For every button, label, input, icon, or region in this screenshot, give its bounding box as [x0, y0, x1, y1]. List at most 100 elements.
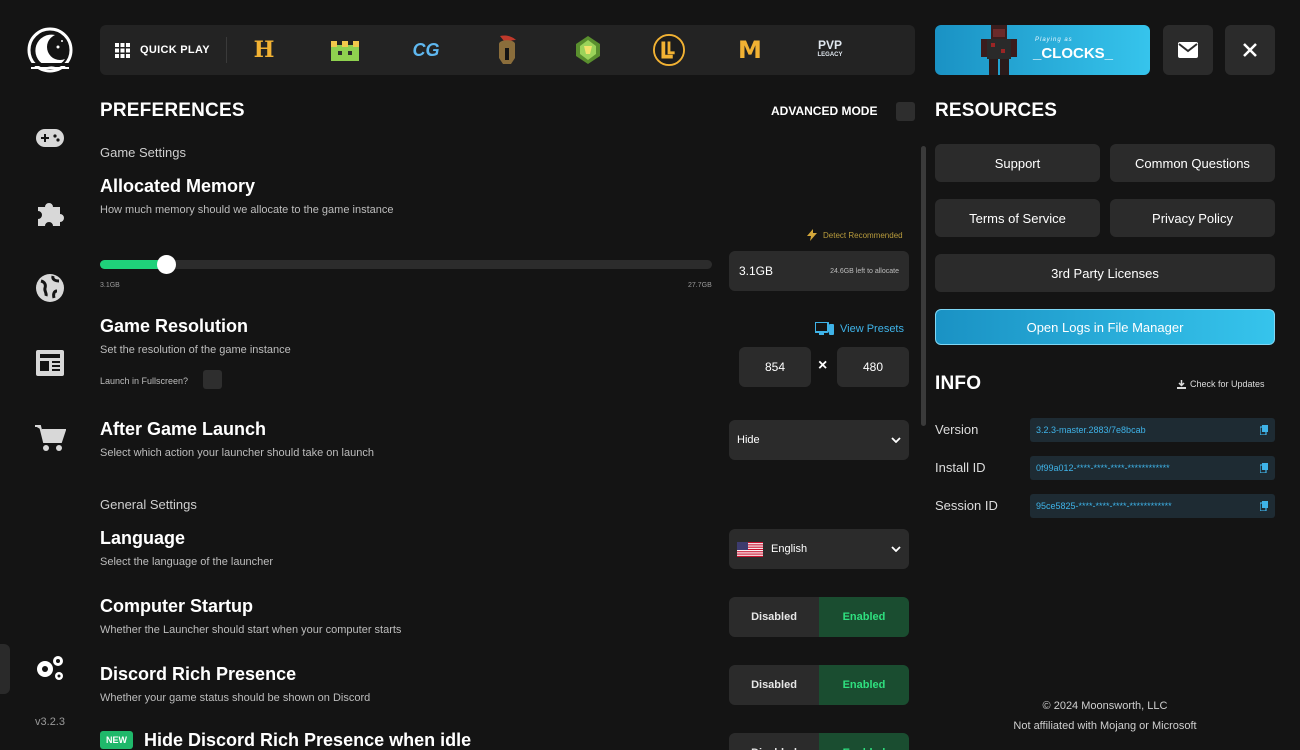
profile-button[interactable]: Playing as _CLOCKS_: [935, 25, 1150, 75]
after-launch-dropdown[interactable]: Hide: [729, 420, 909, 460]
game-settings-heading: Game Settings: [100, 145, 186, 160]
mail-button[interactable]: [1163, 25, 1213, 75]
download-icon: [1177, 379, 1186, 389]
view-presets-link[interactable]: View Presets: [815, 322, 904, 335]
allocated-memory-desc: How much memory should we allocate to th…: [100, 204, 394, 216]
session-id-label: Session ID: [935, 498, 998, 513]
terms-of-service-button[interactable]: Terms of Service: [935, 199, 1100, 237]
after-launch-value: Hide: [737, 434, 760, 446]
memory-min-label: 3.1GB: [100, 282, 120, 289]
settings-gears-icon[interactable]: [30, 648, 70, 688]
third-party-licenses-button[interactable]: 3rd Party Licenses: [935, 254, 1275, 292]
game-resolution-desc: Set the resolution of the game instance: [100, 344, 291, 356]
discord-disabled-option[interactable]: Disabled: [729, 665, 819, 705]
discord-presence-toggle[interactable]: Disabled Enabled: [729, 665, 909, 705]
hypixel-icon[interactable]: H: [248, 34, 280, 66]
general-settings-heading: General Settings: [100, 497, 197, 512]
support-button[interactable]: Support: [935, 144, 1100, 182]
active-nav-indicator: [0, 644, 10, 694]
after-launch-title: After Game Launch: [100, 419, 267, 439]
chevron-down-icon: [891, 437, 901, 443]
idle-enabled-option[interactable]: Enabled: [819, 733, 909, 750]
copy-icon: [1260, 463, 1268, 473]
new-badge: NEW: [100, 731, 133, 749]
resolution-width-input[interactable]: 854: [739, 347, 811, 387]
quick-play-label: QUICK PLAY: [140, 44, 210, 56]
mineplex-icon[interactable]: [329, 34, 361, 66]
quick-play-bar: QUICK PLAY H CG M PVP LEGACY: [100, 25, 915, 75]
resolution-height-value: 480: [862, 360, 884, 374]
language-desc: Select the language of the launcher: [100, 556, 274, 568]
memory-input[interactable]: 3.1GB 24.6GB left to allocate: [729, 251, 909, 291]
lunar-client-logo[interactable]: [25, 25, 75, 75]
fullscreen-checkbox[interactable]: [203, 370, 222, 389]
memory-slider-handle[interactable]: [157, 255, 176, 274]
gamepad-icon[interactable]: [30, 118, 70, 158]
pvp-legacy-icon[interactable]: PVP LEGACY: [814, 34, 846, 66]
session-id-value: 95ce5825-****-****-****-************: [1036, 501, 1172, 511]
spartan-helmet-icon[interactable]: [491, 34, 523, 66]
globe-icon[interactable]: [30, 268, 70, 308]
resources-heading: RESOURCES: [935, 100, 1058, 121]
language-dropdown[interactable]: English: [729, 529, 909, 569]
privacy-policy-button[interactable]: Privacy Policy: [1110, 199, 1275, 237]
close-button[interactable]: [1225, 25, 1275, 75]
puzzle-piece-icon[interactable]: [30, 193, 70, 233]
memory-max-label: 27.7GB: [688, 282, 712, 289]
wynncraft-icon[interactable]: [572, 34, 604, 66]
lightning-icon: [807, 229, 817, 241]
check-updates-label: Check for Updates: [1190, 379, 1265, 389]
playing-as-label: Playing as: [1035, 37, 1073, 43]
advanced-mode-label: ADVANCED MODE: [771, 104, 878, 118]
open-logs-button[interactable]: Open Logs in File Manager: [935, 309, 1275, 345]
startup-disabled-option[interactable]: Disabled: [729, 597, 819, 637]
sidebar: v3.2.3: [0, 0, 100, 750]
resolution-height-input[interactable]: 480: [837, 347, 909, 387]
quick-play-button[interactable]: QUICK PLAY: [115, 25, 210, 75]
username: _CLOCKS_: [1033, 45, 1114, 62]
common-questions-button[interactable]: Common Questions: [1110, 144, 1275, 182]
install-id-field[interactable]: 0f99a012-****-****-****-************: [1030, 456, 1275, 480]
view-presets-label: View Presets: [840, 322, 904, 335]
disclaimer-text: Not affiliated with Mojang or Microsoft: [1013, 720, 1197, 732]
allocated-memory-title: Allocated Memory: [100, 176, 256, 196]
close-icon: [1243, 43, 1257, 57]
language-title: Language: [100, 528, 186, 548]
shopping-cart-icon[interactable]: [30, 418, 70, 458]
version-label: Version: [935, 422, 979, 437]
hide-discord-idle-toggle[interactable]: Disabled Enabled: [729, 733, 909, 750]
discord-presence-desc: Whether your game status should be shown…: [100, 692, 371, 704]
copyright-text: © 2024 Moonsworth, LLC: [1042, 700, 1168, 712]
divider: [226, 37, 227, 63]
lemoncloud-icon[interactable]: [653, 34, 685, 66]
detect-recommended-button[interactable]: Detect Recommended: [807, 229, 903, 241]
discord-enabled-option[interactable]: Enabled: [819, 665, 909, 705]
app-version: v3.2.3: [35, 716, 65, 728]
preferences-heading: PREFERENCES: [100, 100, 245, 121]
chevron-down-icon: [891, 546, 901, 552]
check-updates-link[interactable]: Check for Updates: [1177, 379, 1265, 389]
monitor-icon: [815, 322, 834, 335]
computer-startup-toggle[interactable]: Disabled Enabled: [729, 597, 909, 637]
fullscreen-label: Launch in Fullscreen?: [100, 376, 189, 386]
preferences-scrollbar[interactable]: [921, 146, 926, 426]
discord-presence-title: Discord Rich Presence: [100, 664, 297, 684]
us-flag-icon: [737, 541, 763, 557]
cubecraft-icon[interactable]: CG: [410, 34, 442, 66]
memory-slider[interactable]: [100, 260, 712, 269]
version-value: 3.2.3-master.2883/7e8bcab: [1036, 425, 1146, 435]
copy-icon: [1260, 501, 1268, 511]
version-value-field[interactable]: 3.2.3-master.2883/7e8bcab: [1030, 418, 1275, 442]
idle-disabled-option[interactable]: Disabled: [729, 733, 819, 750]
detect-recommended-label: Detect Recommended: [823, 230, 903, 240]
game-resolution-title: Game Resolution: [100, 316, 249, 336]
copy-icon: [1260, 425, 1268, 435]
memory-value: 3.1GB: [739, 264, 774, 278]
resolution-width-value: 854: [764, 360, 786, 374]
language-value: English: [771, 543, 808, 555]
session-id-field[interactable]: 95ce5825-****-****-****-************: [1030, 494, 1275, 518]
advanced-mode-checkbox[interactable]: [896, 102, 915, 121]
newspaper-icon[interactable]: [30, 343, 70, 383]
startup-enabled-option[interactable]: Enabled: [819, 597, 909, 637]
minemen-icon[interactable]: M: [734, 34, 766, 66]
